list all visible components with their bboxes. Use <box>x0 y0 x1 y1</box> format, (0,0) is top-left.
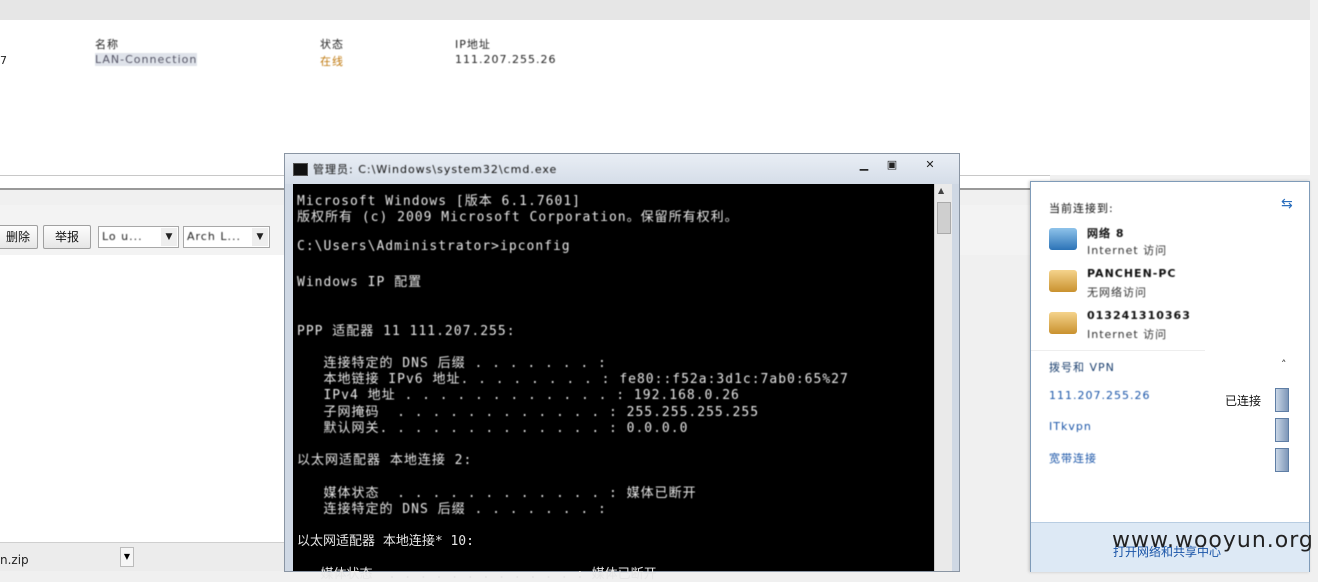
chevron-down-icon: ▼ <box>252 228 268 246</box>
column-header-ip[interactable]: IP地址 <box>455 36 491 52</box>
network-icon <box>1049 312 1077 334</box>
cmd-title-bar[interactable]: 管理员: C:\Windows\system32\cmd.exe ▁ ▣ ✕ <box>285 154 959 184</box>
maximize-icon[interactable]: ▣ <box>879 156 905 174</box>
vpn-connection[interactable]: 111.207.255.26 <box>1049 389 1150 402</box>
connection-icon <box>1275 448 1289 472</box>
network-header: 当前连接到: <box>1049 202 1114 215</box>
network-status: 无网络访问 <box>1087 286 1147 299</box>
minimize-icon[interactable]: ▁ <box>851 156 877 174</box>
console-line: 媒体状态 . . . . . . . . . . . . : 媒体已断开 <box>297 566 657 582</box>
delete-button[interactable]: 删除 <box>0 225 38 249</box>
cmd-console[interactable]: Microsoft Windows [版本 6.1.7601] 版权所有 (c) … <box>293 184 934 582</box>
background-list: 名称 状态 IP地址 7 LAN-Connection 在线 111.207.2… <box>0 20 1310 175</box>
row-prefix: 7 <box>0 54 7 67</box>
console-line: Windows IP 配置 <box>297 275 423 290</box>
console-line: C:\Users\Administrator>ipconfig <box>297 238 571 254</box>
console-line: 连接特定的 DNS 后缀 . . . . . . . : <box>297 501 607 517</box>
network-status: Internet 访问 <box>1087 328 1168 341</box>
vpn-section-label: 拨号和 VPN <box>1049 361 1115 374</box>
vpn-connection[interactable]: ITkvpn <box>1049 420 1092 433</box>
network-status: Internet 访问 <box>1087 244 1168 257</box>
close-icon[interactable]: ✕ <box>917 156 943 174</box>
network-icon <box>1049 270 1077 292</box>
connection-icon <box>1275 418 1289 442</box>
row-cell-status: 在线 <box>320 55 344 68</box>
cmd-scrollbar[interactable]: ▲ <box>934 184 952 571</box>
chevron-up-icon[interactable]: ˄ <box>1281 358 1287 371</box>
column-header-status[interactable]: 状态 <box>320 36 344 52</box>
network-name[interactable]: 网络 8 <box>1087 225 1124 241</box>
network-name[interactable]: 013241310363 <box>1087 309 1191 322</box>
filter-select-2[interactable]: Arch L... ▼ <box>183 226 270 248</box>
download-filename[interactable]: n.zip <box>0 553 29 567</box>
report-button[interactable]: 举报 <box>43 225 91 249</box>
background-top-bar <box>0 0 1310 21</box>
console-line: 以太网适配器 本地连接* 10: <box>297 534 474 550</box>
cmd-window: 管理员: C:\Windows\system32\cmd.exe ▁ ▣ ✕ M… <box>284 153 960 582</box>
chevron-down-icon: ▼ <box>161 228 177 246</box>
column-header-name[interactable]: 名称 <box>95 36 119 52</box>
download-bar: n.zip ▼ <box>0 542 290 571</box>
background-content-area <box>0 255 290 545</box>
console-line: 默认网关. . . . . . . . . . . . . : 0.0.0.0 <box>297 420 689 436</box>
network-flyout: 当前连接到: ⇆ 网络 8 Internet 访问 PANCHEN-PC 无网络… <box>1030 181 1310 572</box>
filter-select-1[interactable]: Lo u... ▼ <box>98 226 179 248</box>
refresh-icon[interactable]: ⇆ <box>1281 196 1293 212</box>
vpn-connection-status: 已连接 <box>1225 394 1262 408</box>
row-cell-name[interactable]: LAN-Connection <box>95 53 198 66</box>
chevron-down-icon[interactable]: ▼ <box>120 547 134 567</box>
row-cell-ip: 111.207.255.26 <box>455 53 557 66</box>
watermark: www.wooyun.org <box>1112 528 1314 553</box>
scroll-up-icon[interactable]: ▲ <box>938 186 944 195</box>
console-line: PPP 适配器 11 111.207.255: <box>297 323 516 339</box>
connection-icon <box>1275 388 1289 412</box>
network-name[interactable]: PANCHEN-PC <box>1087 267 1176 280</box>
scrollbar-thumb[interactable] <box>937 202 951 234</box>
cmd-title: 管理员: C:\Windows\system32\cmd.exe <box>313 163 558 176</box>
cmd-icon <box>293 163 308 176</box>
divider <box>1031 350 1205 351</box>
console-line: 版权所有 (c) 2009 Microsoft Corporation。保留所有… <box>297 210 739 226</box>
vpn-connection[interactable]: 宽带连接 <box>1049 450 1097 466</box>
console-line: 以太网适配器 本地连接 2: <box>297 453 473 469</box>
network-icon <box>1049 228 1077 250</box>
